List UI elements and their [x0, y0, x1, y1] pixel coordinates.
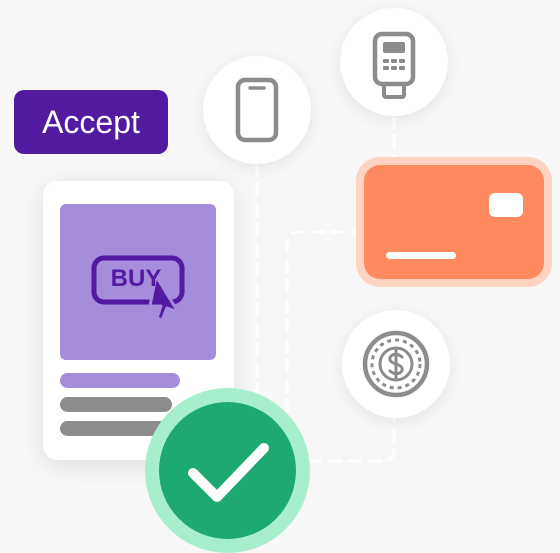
cash-option[interactable] [342, 310, 450, 418]
product-title-bar [60, 373, 180, 388]
success-badge [159, 402, 296, 539]
phone-icon [235, 77, 279, 143]
card-number-line [386, 252, 456, 259]
phone-option[interactable] [203, 56, 311, 164]
product-text-bar [60, 397, 172, 412]
card-terminal-option[interactable] [340, 8, 448, 116]
card-chip [489, 193, 523, 217]
accept-button[interactable]: Accept [14, 90, 168, 154]
dollar-coin-icon [362, 330, 430, 398]
card-terminal-icon [372, 31, 416, 99]
buy-label: BUY [110, 265, 162, 292]
checkmark-icon [188, 443, 269, 502]
credit-card-icon[interactable] [364, 165, 544, 279]
